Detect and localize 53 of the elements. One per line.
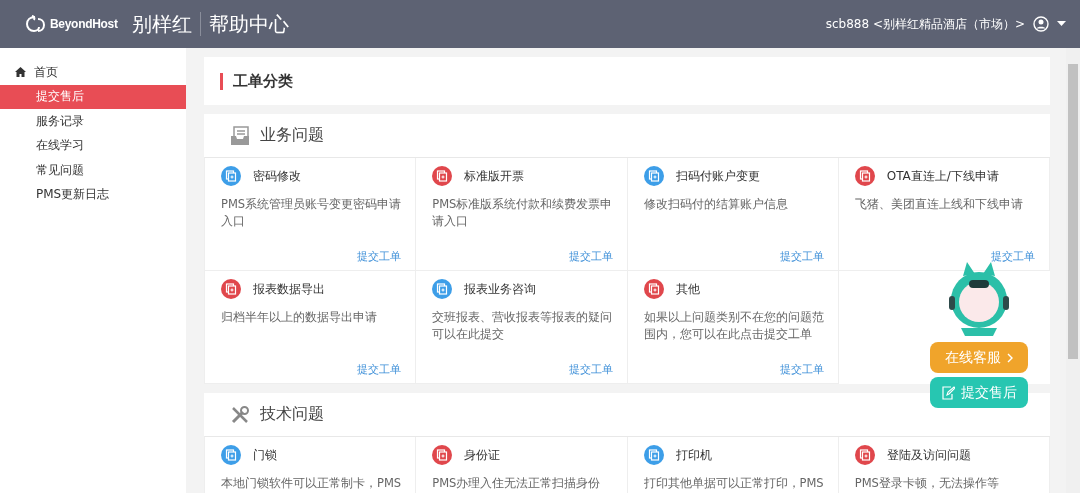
submit-ticket-link[interactable]: 提交工单 xyxy=(357,363,402,377)
avatar-icon[interactable] xyxy=(1033,16,1049,32)
logo-icon xyxy=(24,14,46,34)
submit-ticket-link[interactable]: 提交工单 xyxy=(779,363,824,377)
card-title: 标准版开票 xyxy=(464,167,525,185)
card-title: 打印机 xyxy=(675,446,712,464)
sidebar-item[interactable]: 服务记录 xyxy=(0,109,186,134)
card-description: 如果以上问题类别不在您的问题范围内，您可以在此点击提交工单 xyxy=(643,309,824,343)
logo-text: BeyondHost xyxy=(50,17,118,31)
card-title: 登陆及访问问题 xyxy=(886,446,971,464)
card-title: 其他 xyxy=(675,280,700,298)
edit-icon xyxy=(941,385,955,400)
sidebar-item[interactable]: 首页 xyxy=(0,60,186,85)
category-title: 技术问题 xyxy=(260,404,324,425)
card-description: 交班报表、营收报表等报表的疑问可以在此提交 xyxy=(432,309,613,343)
card-description: 本地门锁软件可以正常制卡，PMS xyxy=(221,475,402,492)
submit-ticket-link[interactable]: 提交工单 xyxy=(568,363,613,377)
section-title: 工单分类 xyxy=(233,71,293,91)
brand-name: 别样红 xyxy=(131,12,201,36)
inbox-icon xyxy=(230,125,250,146)
card-title: OTA直连上/下线申请 xyxy=(886,167,999,185)
submit-ticket-link[interactable]: 提交工单 xyxy=(357,250,402,264)
card-description: PMS登录卡顿，无法操作等 xyxy=(854,475,1000,492)
card-description: PMS标准版系统付款和续费发票申请入口 xyxy=(432,196,613,230)
sidebar-item[interactable]: 在线学习 xyxy=(0,133,186,158)
card-title: 扫码付账户变更 xyxy=(675,167,760,185)
sidebar-item[interactable]: 提交售后 xyxy=(0,84,186,109)
card-title: 身份证 xyxy=(464,446,501,464)
category-title: 业务问题 xyxy=(260,125,324,146)
page-heading: 帮助中心 xyxy=(208,10,289,38)
submit-aftersales-button[interactable]: 提交售后 xyxy=(930,377,1028,408)
card-description: 归档半年以上的数据导出申请 xyxy=(221,309,378,326)
card-title: 报表业务咨询 xyxy=(464,280,537,298)
submit-ticket-link[interactable]: 提交工单 xyxy=(568,250,613,264)
tools-icon xyxy=(230,404,250,425)
chevron-right-icon xyxy=(1006,352,1014,363)
card-description: PMS办理入住无法正常扫描身份 xyxy=(432,475,602,492)
home-icon xyxy=(15,67,26,78)
submit-ticket-link[interactable]: 提交工单 xyxy=(779,250,824,264)
card-description: PMS系统管理员账号变更密码申请入口 xyxy=(221,196,402,230)
card-title: 密码修改 xyxy=(253,167,301,185)
card-description: 飞猪、美团直连上线和下线申请 xyxy=(854,196,1024,213)
sidebar-item[interactable]: PMS更新日志 xyxy=(0,182,186,207)
submit-ticket-link[interactable]: 提交工单 xyxy=(991,250,1035,264)
card-description: 打印其他单据可以正常打印，PMS xyxy=(643,475,824,492)
user-name[interactable]: scb888 <别样红精品酒店（市场）> xyxy=(825,15,1025,33)
card-title: 门锁 xyxy=(253,446,277,464)
card-description: 修改扫码付的结算账户信息 xyxy=(643,196,789,213)
online-service-button[interactable]: 在线客服 xyxy=(930,342,1028,373)
sidebar-item[interactable]: 常见问题 xyxy=(0,158,186,183)
caret-icon[interactable] xyxy=(1057,21,1066,27)
card-title: 报表数据导出 xyxy=(253,280,325,298)
sidebar-label: 首页 xyxy=(34,63,58,81)
